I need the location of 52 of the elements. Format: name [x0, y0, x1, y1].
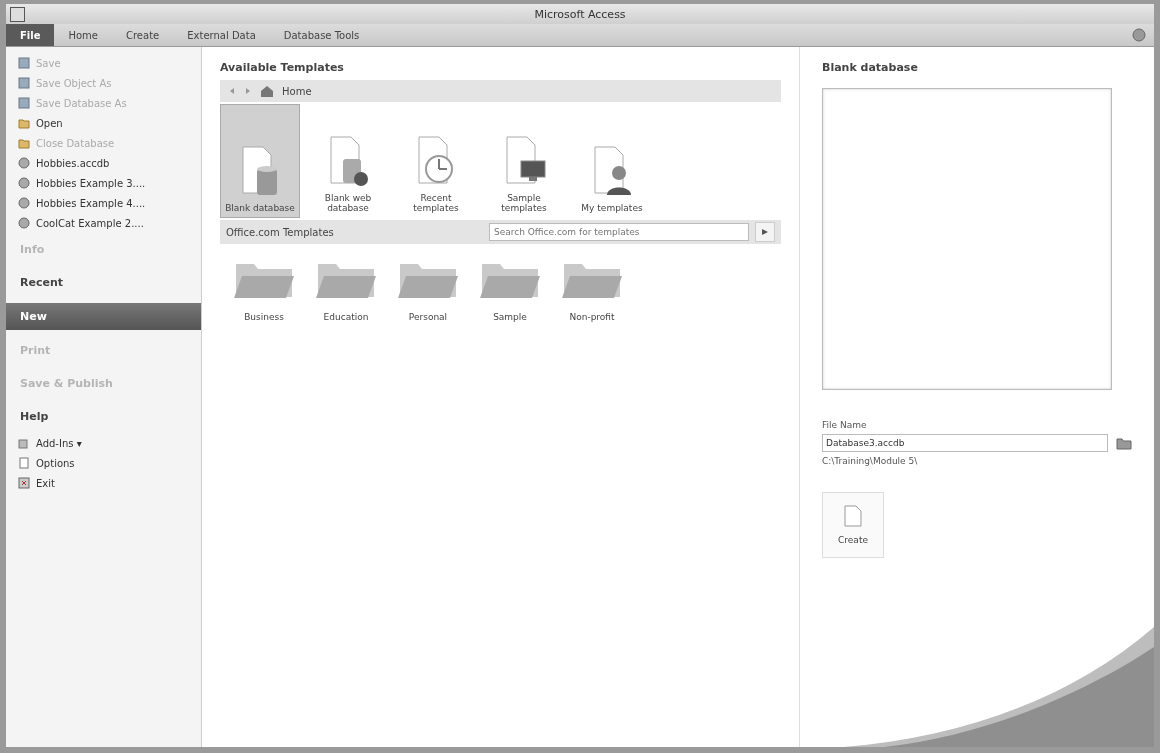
folder-tile[interactable]: Non-profit [556, 260, 628, 322]
template-tile[interactable]: Blank database [220, 104, 300, 218]
breadcrumb-label: Home [282, 85, 312, 97]
window-title: Microsoft Access [534, 7, 626, 21]
menu-item[interactable]: Open [6, 113, 201, 133]
document-icon [18, 457, 30, 469]
recent-file-item[interactable]: Hobbies Example 4.... [6, 193, 201, 213]
ribbon-tab[interactable]: Home [54, 24, 112, 46]
template-tile[interactable]: Blank web database [308, 104, 388, 218]
template-tile[interactable]: My templates [572, 104, 652, 218]
recent-file-item[interactable]: CoolCat Example 2.... [6, 213, 201, 233]
folder-icon [18, 137, 30, 149]
file-path: C:\Training\Module 5\ [822, 456, 919, 466]
backstage-tab[interactable]: New [6, 303, 201, 330]
field-label: File Name [822, 420, 868, 430]
home-icon[interactable] [260, 85, 274, 97]
arrow-icon [761, 228, 769, 236]
ribbon-tab[interactable]: File [6, 24, 55, 46]
app-logo-icon [10, 7, 25, 22]
section-title: Office.com Templates [226, 226, 334, 238]
browse-folder-icon[interactable] [1116, 436, 1132, 450]
document-icon [844, 505, 862, 527]
section-title: Available Templates [220, 61, 345, 74]
backstage-tab[interactable]: Recent [6, 268, 201, 297]
database-file-icon [18, 157, 30, 169]
exit-icon [18, 477, 30, 489]
search-field[interactable]: Search Office.com for templates [489, 223, 749, 241]
folder-tile[interactable]: Personal [392, 260, 464, 322]
ribbon-tab[interactable]: External Data [173, 24, 270, 46]
template-tile[interactable]: Recent templates [396, 104, 476, 218]
folder-tile[interactable]: Business [228, 260, 300, 322]
create-button[interactable]: Create [822, 492, 884, 558]
back-arrow-icon[interactable] [228, 87, 236, 95]
folder-tile[interactable]: Education [310, 260, 382, 322]
menu-item[interactable]: Exit [6, 473, 201, 493]
database-file-icon [18, 177, 30, 189]
recent-file-item[interactable]: Hobbies Example 3.... [6, 173, 201, 193]
menu-item[interactable]: Options [6, 453, 201, 473]
file-name-field[interactable]: Database3.accdb [822, 434, 1108, 452]
menu-item[interactable]: Add-Ins ▾ [6, 433, 201, 453]
panel-title: Blank database [822, 61, 919, 74]
folder-icon [18, 117, 30, 129]
database-file-icon [18, 197, 30, 209]
ribbon-tab[interactable]: Create [112, 24, 174, 46]
forward-arrow-icon[interactable] [244, 87, 252, 95]
backstage-tab[interactable]: Help [6, 402, 201, 431]
ribbon-tab[interactable]: Database Tools [269, 24, 374, 46]
database-file-icon [18, 217, 30, 229]
folder-tile[interactable]: Sample [474, 260, 546, 322]
recent-file-item[interactable]: Hobbies.accdb [6, 153, 201, 173]
template-tile[interactable]: Sample templates [484, 104, 564, 218]
search-button[interactable] [755, 222, 775, 242]
